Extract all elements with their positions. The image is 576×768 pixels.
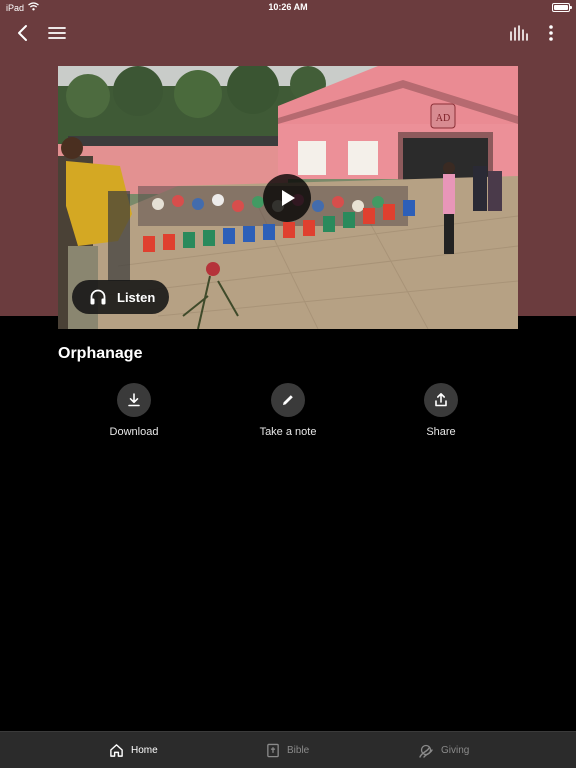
download-icon-circle — [117, 383, 151, 417]
chevron-left-icon — [18, 25, 27, 41]
tab-home[interactable]: Home — [109, 732, 158, 768]
audio-bars-icon — [510, 25, 528, 41]
audio-button[interactable] — [508, 22, 530, 44]
screen: iPad 10:26 AM AD Listen Orphanage Downlo… — [0, 0, 576, 768]
take-note-label: Take a note — [259, 426, 317, 438]
status-time: 10:26 AM — [268, 2, 308, 12]
back-button[interactable] — [12, 22, 34, 44]
share-icon — [435, 393, 447, 407]
tab-bible-label: Bible — [287, 745, 310, 756]
play-button[interactable] — [263, 174, 311, 222]
tab-bar: Home Bible Giving — [0, 731, 576, 768]
take-note-button[interactable]: Take a note — [238, 383, 338, 438]
headphones-icon — [90, 289, 106, 305]
menu-button[interactable] — [46, 22, 68, 44]
tab-bible[interactable]: Bible — [266, 732, 309, 768]
pencil-icon-circle — [271, 383, 305, 417]
share-icon-circle — [424, 383, 458, 417]
home-icon — [110, 744, 123, 757]
tab-giving[interactable]: Giving — [418, 732, 469, 768]
page-title: Orphanage — [58, 345, 143, 362]
tab-giving-label: Giving — [441, 745, 470, 756]
download-button[interactable]: Download — [84, 383, 184, 438]
hamburger-icon — [48, 27, 66, 39]
listen-button[interactable]: Listen — [72, 280, 169, 314]
share-button[interactable]: Share — [391, 383, 491, 438]
more-options-button[interactable] — [542, 22, 560, 44]
listen-label: Listen — [117, 289, 156, 305]
bible-icon — [267, 743, 279, 758]
battery-icon — [552, 3, 572, 12]
vertical-dots-icon — [549, 25, 553, 41]
giving-icon — [419, 744, 433, 758]
tab-home-label: Home — [131, 745, 158, 756]
building-sign: AD — [436, 113, 450, 124]
download-icon — [128, 393, 140, 407]
play-icon — [282, 190, 295, 206]
pencil-icon — [283, 395, 293, 405]
status-bar: iPad 10:26 AM — [0, 0, 576, 16]
share-label: Share — [426, 426, 456, 438]
download-label: Download — [109, 426, 159, 438]
